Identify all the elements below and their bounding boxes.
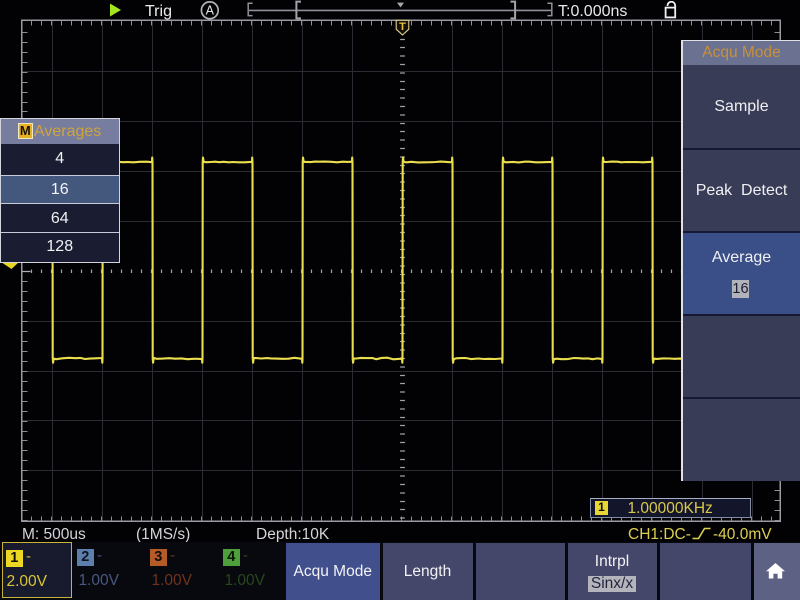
- svg-text:A: A: [206, 4, 215, 18]
- svg-text:T: T: [399, 21, 406, 33]
